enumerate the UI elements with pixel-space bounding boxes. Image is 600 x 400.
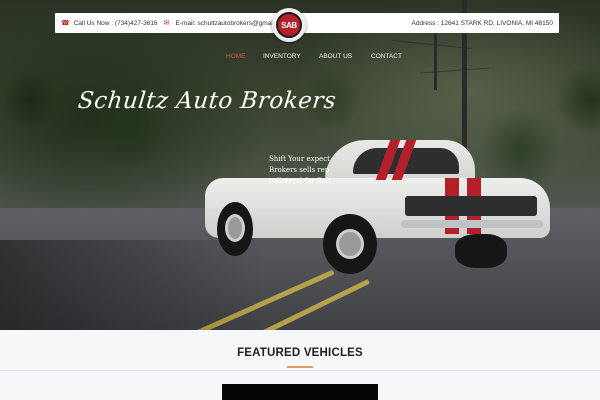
nav-item-contact[interactable]: CONTACT [371,53,402,60]
mail-icon: ✉ [163,20,170,27]
main-nav: HOME INVENTORY ABOUT US CONTACT [0,53,600,63]
site-logo[interactable]: SAB [272,8,306,42]
classic-car-image [205,138,555,278]
vehicle-card-image[interactable] [222,384,378,400]
nav-item-home[interactable]: HOME [226,53,246,60]
phone-icon: ☎ [61,20,70,27]
address-text: Address : 12641 STARK RD, LIVONIA, MI 48… [411,19,554,27]
nav-item-about-us[interactable]: ABOUT US [319,53,352,60]
contact-topbar: ☎ Call Us Now : (734)427-3616 ✉ E-mail: … [55,13,559,33]
hero-description: Shift Your expect Brokers sells rep coll… [269,154,333,187]
hero-text-line: collateral for Ban [269,177,331,185]
section-divider [0,370,600,371]
phone-link[interactable]: Call Us Now : (734)427-3616 [74,20,158,27]
nav-item-inventory[interactable]: INVENTORY [263,53,301,60]
car-tail [405,196,537,216]
hero-text-line: Shift Your expect [269,155,330,163]
featured-title: FEATURED VEHICLES [237,347,363,359]
car-bumper [401,220,543,228]
car-wheel [455,234,507,268]
hero-text-line: Brokers sells rep [269,166,330,174]
car-wheel [323,214,377,274]
logo-mark: SAB [276,12,302,38]
hero-script-title: Schultz Auto Brokers [76,88,338,114]
car-wheel [217,202,253,256]
featured-underline [287,366,313,368]
